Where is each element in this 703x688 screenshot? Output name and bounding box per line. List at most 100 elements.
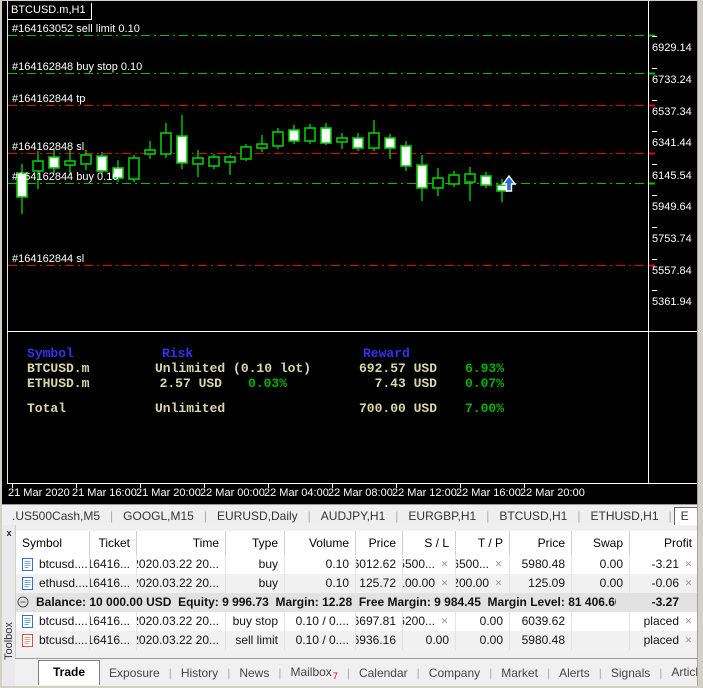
- order-label-buy[interactable]: #164162844 buy 0.10: [12, 171, 118, 183]
- position-doc-icon: [22, 558, 33, 571]
- cell-status: placed: [644, 631, 679, 650]
- order-label-buy-stop[interactable]: #164162848 buy stop 0.10: [12, 61, 142, 73]
- time-tick: 22 Mar 12:00: [392, 487, 457, 499]
- cell-current-price: 125.09: [510, 574, 572, 593]
- tab-mailbox[interactable]: Mailbox7: [281, 665, 346, 681]
- tab-market[interactable]: Market: [492, 666, 547, 680]
- order-row-buy-stop[interactable]: btcusd.... 16416... 2020.03.22 20... buy…: [16, 612, 697, 631]
- close-position-icon[interactable]: ✕: [684, 574, 693, 593]
- position-row-ethusd[interactable]: ethusd.... 16416... 2020.03.22 20... buy…: [16, 574, 697, 593]
- cell-current-price: 6039.62: [510, 612, 572, 631]
- chart-tab-btcusd[interactable]: BTCUSD,H1: [489, 509, 577, 523]
- cell-tp: 6500...: [456, 555, 489, 574]
- cell-sl: 6200...: [403, 612, 435, 631]
- col-sl[interactable]: S / L: [403, 531, 456, 555]
- mouse-cursor-icon: [501, 175, 517, 195]
- toolbox-close-icon[interactable]: x: [4, 528, 14, 538]
- candle: [225, 155, 235, 175]
- price-tick: 6341.44: [652, 125, 697, 149]
- cell-symbol: ethusd....: [39, 574, 88, 593]
- rr-reward: 692.57 USD: [355, 362, 437, 376]
- col-symbol[interactable]: Symbol: [16, 531, 90, 555]
- chart-tab-partial[interactable]: E: [674, 507, 697, 525]
- tab-company[interactable]: Company: [420, 666, 489, 680]
- col-type[interactable]: Type: [226, 531, 285, 555]
- cell-current-price: 5980.48: [510, 631, 572, 650]
- candle: [337, 133, 347, 149]
- order-label-tp[interactable]: #164162844 tp: [12, 93, 85, 105]
- collapse-minus-icon[interactable]: [17, 596, 29, 608]
- cell-price: 6697.81: [356, 612, 403, 631]
- candle: [289, 125, 299, 144]
- time-tick: 21 Mar 16:00: [72, 487, 137, 499]
- order-line-axis-tick: [648, 153, 655, 155]
- price-tick: 5949.64: [652, 189, 697, 213]
- chart-window-title: BTCUSD.m,H1: [8, 3, 92, 20]
- cell-time: 2020.03.22 20...: [137, 612, 226, 631]
- candle: [257, 135, 267, 152]
- remove-sl-icon[interactable]: ✕: [440, 555, 449, 574]
- rr-risk: Unlimited (0.10 lot): [155, 362, 311, 376]
- col-swap[interactable]: Swap: [572, 531, 630, 555]
- balance-row[interactable]: Balance: 10 000.00 USD Equity: 9 996.73 …: [16, 593, 697, 612]
- tab-separator: |: [669, 509, 672, 523]
- cell-current-price: 5980.48: [510, 555, 572, 574]
- tab-trade[interactable]: Trade: [38, 660, 100, 685]
- col-tp[interactable]: T / P: [456, 531, 510, 555]
- col-current-price[interactable]: Price: [510, 531, 572, 555]
- remove-sl-icon[interactable]: ✕: [440, 612, 449, 631]
- tab-articles[interactable]: Articles1: [662, 665, 697, 681]
- tab-alerts[interactable]: Alerts: [550, 666, 599, 680]
- col-ticket[interactable]: Ticket: [90, 531, 137, 555]
- tab-history[interactable]: History: [172, 666, 227, 680]
- chart-tab-eurusd[interactable]: EURUSD,Daily: [207, 509, 308, 523]
- order-label-sell-limit[interactable]: #164163052 sell limit 0.10: [12, 23, 140, 35]
- rr-risk-pct: 0.03%: [242, 377, 287, 391]
- col-volume[interactable]: Volume: [285, 531, 356, 555]
- chart-tab-ethusd[interactable]: ETHUSD,H1: [580, 509, 668, 523]
- rr-total-reward-pct: 7.00%: [462, 402, 504, 416]
- position-row-btcusd[interactable]: btcusd.... 16416... 2020.03.22 20... buy…: [16, 555, 697, 574]
- order-label-sl[interactable]: #164162848 sl: [12, 141, 84, 153]
- order-doc-icon: [22, 615, 33, 628]
- remove-tp-icon[interactable]: ✕: [494, 574, 503, 593]
- cell-sl: 0.00: [426, 631, 449, 650]
- toolbox-side-strip: [2, 525, 16, 686]
- tab-calendar[interactable]: Calendar: [350, 666, 417, 680]
- tab-news[interactable]: News: [230, 666, 278, 680]
- col-time[interactable]: Time: [137, 531, 226, 555]
- delete-order-icon[interactable]: ✕: [684, 612, 693, 631]
- time-axis-separator: [7, 483, 697, 484]
- tab-signals[interactable]: Signals: [602, 666, 659, 680]
- candle: [129, 155, 139, 182]
- window-frame-left: [0, 0, 2, 688]
- order-row-sell-limit[interactable]: btcusd.... 16416... 2020.03.22 20... sel…: [16, 631, 697, 650]
- window-frame-right[interactable]: [697, 0, 703, 688]
- orders-table: Symbol Ticket Time Type Volume Price S /…: [16, 531, 697, 650]
- chart-tab-audjpy[interactable]: AUDJPY,H1: [311, 509, 395, 523]
- col-price[interactable]: Price: [356, 531, 403, 555]
- cell-type: buy stop: [226, 612, 285, 631]
- candle: [209, 154, 219, 169]
- remove-tp-icon[interactable]: ✕: [494, 555, 503, 574]
- chart-tab-eurgbp[interactable]: EURGBP,H1: [398, 509, 486, 523]
- remove-sl-icon[interactable]: ✕: [440, 574, 449, 593]
- balance-summary: Balance: 10 000.00 USD Equity: 9 996.73 …: [36, 593, 616, 612]
- price-tick: 5361.94: [652, 284, 697, 308]
- col-profit[interactable]: Profit: [630, 531, 697, 555]
- candlestick-chart[interactable]: [2, 1, 697, 484]
- candle: [193, 150, 203, 177]
- price-tick: 5557.84: [652, 253, 697, 277]
- chart-tab-googl[interactable]: GOOGL,M15: [113, 509, 204, 523]
- tab-exposure[interactable]: Exposure: [100, 666, 169, 680]
- chart-left-border: [7, 1, 8, 484]
- subwindow-separator[interactable]: [7, 331, 697, 332]
- candle: [145, 141, 155, 159]
- cell-swap: [572, 631, 630, 650]
- order-label-sl-2[interactable]: #164162844 sl: [12, 253, 84, 265]
- candle: [177, 115, 187, 169]
- close-position-icon[interactable]: ✕: [684, 555, 693, 574]
- chart-tab-us500cash[interactable]: .US500Cash,M5: [2, 509, 110, 523]
- order-doc-icon: [22, 634, 33, 647]
- delete-order-icon[interactable]: ✕: [684, 631, 693, 650]
